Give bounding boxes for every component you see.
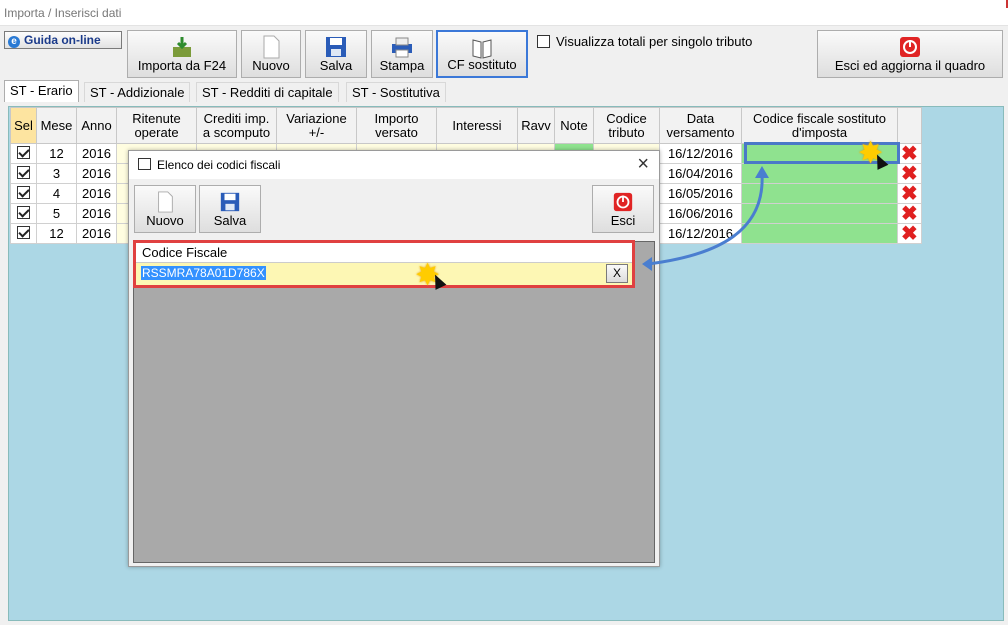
tab-st-sostitutiva[interactable]: ST - Sostitutiva	[346, 82, 446, 102]
tab-st-erario[interactable]: ST - Erario	[4, 80, 79, 102]
cell-anno[interactable]: 2016	[76, 143, 117, 164]
import-icon	[173, 37, 191, 57]
delete-icon: ✖	[901, 162, 918, 185]
highlight-box	[133, 240, 635, 288]
window-title: Importa / Inserisci dati	[4, 6, 122, 20]
delete-icon: ✖	[901, 182, 918, 205]
nuovo-button[interactable]: Nuovo	[241, 30, 301, 78]
delete-row-button[interactable]: ✖	[897, 222, 922, 245]
visualizza-totali-checkbox[interactable]	[537, 35, 550, 48]
cf-sostituto-button[interactable]: CF sostituto	[436, 30, 528, 78]
cell-anno[interactable]: 2016	[76, 163, 117, 184]
tab-st-addizionale[interactable]: ST - Addizionale	[84, 82, 191, 102]
guida-label: Guida on-line	[24, 33, 101, 47]
table-header-row: Sel Mese Anno Ritenute operate Crediti i…	[10, 107, 922, 144]
dialog-title: Elenco dei codici fiscali	[157, 158, 281, 172]
importa-f24-button[interactable]: Importa da F24	[127, 30, 237, 78]
row-checkbox[interactable]	[10, 163, 37, 184]
col-ravv[interactable]: Ravv	[517, 107, 555, 144]
cell-anno[interactable]: 2016	[76, 183, 117, 204]
delete-row-button[interactable]: ✖	[897, 142, 922, 165]
checkbox-checked[interactable]	[17, 225, 30, 239]
cell-mese[interactable]: 4	[36, 183, 77, 204]
cell-mese[interactable]: 12	[36, 223, 77, 244]
esci-aggiorna-label: Esci ed aggiorna il quadro	[834, 58, 986, 73]
codici-fiscali-dialog: Elenco dei codici fiscali × Nuovo Salva …	[128, 150, 660, 567]
col-mese[interactable]: Mese	[36, 107, 77, 144]
checkbox-checked[interactable]	[17, 145, 30, 159]
delete-row-button[interactable]: ✖	[897, 202, 922, 225]
ie-icon: e	[8, 36, 20, 48]
dialog-nuovo-button[interactable]: Nuovo	[134, 185, 196, 233]
codici-list	[133, 241, 655, 563]
window-titlebar: Importa / Inserisci dati	[0, 0, 1008, 26]
col-note[interactable]: Note	[554, 107, 594, 144]
dialog-nuovo-label: Nuovo	[146, 213, 184, 228]
tab-st-redditi-capitale[interactable]: ST - Redditi di capitale	[196, 82, 339, 102]
checkbox-checked[interactable]	[17, 165, 30, 179]
cell-mese[interactable]: 5	[36, 203, 77, 224]
exit-icon	[900, 37, 920, 57]
cell-mese[interactable]: 3	[36, 163, 77, 184]
save-icon	[326, 37, 346, 57]
dialog-salva-label: Salva	[213, 213, 247, 228]
salva-label: Salva	[319, 58, 353, 73]
row-checkbox[interactable]	[10, 143, 37, 164]
delete-icon: ✖	[901, 142, 918, 165]
row-checkbox[interactable]	[10, 203, 37, 224]
delete-icon: ✖	[901, 222, 918, 245]
list-icon	[138, 158, 151, 170]
stampa-button[interactable]: Stampa	[371, 30, 433, 78]
delete-row-button[interactable]: ✖	[897, 162, 922, 185]
cell-mese[interactable]: 12	[36, 143, 77, 164]
col-interessi[interactable]: Interessi	[436, 107, 518, 144]
col-delete	[897, 107, 922, 144]
checkbox-checked[interactable]	[17, 205, 30, 219]
col-sel[interactable]: Sel	[10, 107, 37, 144]
new-document-icon	[263, 35, 280, 59]
delete-row-button[interactable]: ✖	[897, 182, 922, 205]
col-ritenute[interactable]: Ritenute operate	[116, 107, 197, 144]
stampa-label: Stampa	[379, 58, 425, 73]
col-crediti[interactable]: Crediti imp. a scomputo	[196, 107, 277, 144]
col-variazione[interactable]: Variazione +/-	[276, 107, 357, 144]
nuovo-label: Nuovo	[252, 58, 290, 73]
guida-online-button[interactable]: e Guida on-line	[4, 31, 122, 49]
col-data-versamento[interactable]: Data versamento	[659, 107, 742, 144]
dialog-salva-button[interactable]: Salva	[199, 185, 261, 233]
exit-icon	[613, 192, 633, 212]
esci-aggiorna-button[interactable]: Esci ed aggiorna il quadro	[817, 30, 1003, 78]
printer-icon	[392, 37, 412, 58]
visualizza-totali-label: Visualizza totali per singolo tributo	[556, 34, 753, 49]
importa-label: Importa da F24	[137, 58, 227, 73]
salva-button[interactable]: Salva	[305, 30, 367, 78]
save-icon	[220, 192, 240, 212]
cell-anno[interactable]: 2016	[76, 223, 117, 244]
cell-anno[interactable]: 2016	[76, 203, 117, 224]
col-importo[interactable]: Importo versato	[356, 107, 437, 144]
new-document-icon	[158, 191, 173, 213]
col-anno[interactable]: Anno	[76, 107, 117, 144]
row-checkbox[interactable]	[10, 183, 37, 204]
dialog-header: Elenco dei codici fiscali ×	[129, 151, 659, 179]
cf-label: CF sostituto	[447, 57, 517, 72]
delete-icon: ✖	[901, 202, 918, 225]
col-codice-tributo[interactable]: Codice tributo	[593, 107, 660, 144]
row-checkbox[interactable]	[10, 223, 37, 244]
connector-arrow	[642, 166, 769, 271]
checkbox-checked[interactable]	[17, 185, 30, 199]
